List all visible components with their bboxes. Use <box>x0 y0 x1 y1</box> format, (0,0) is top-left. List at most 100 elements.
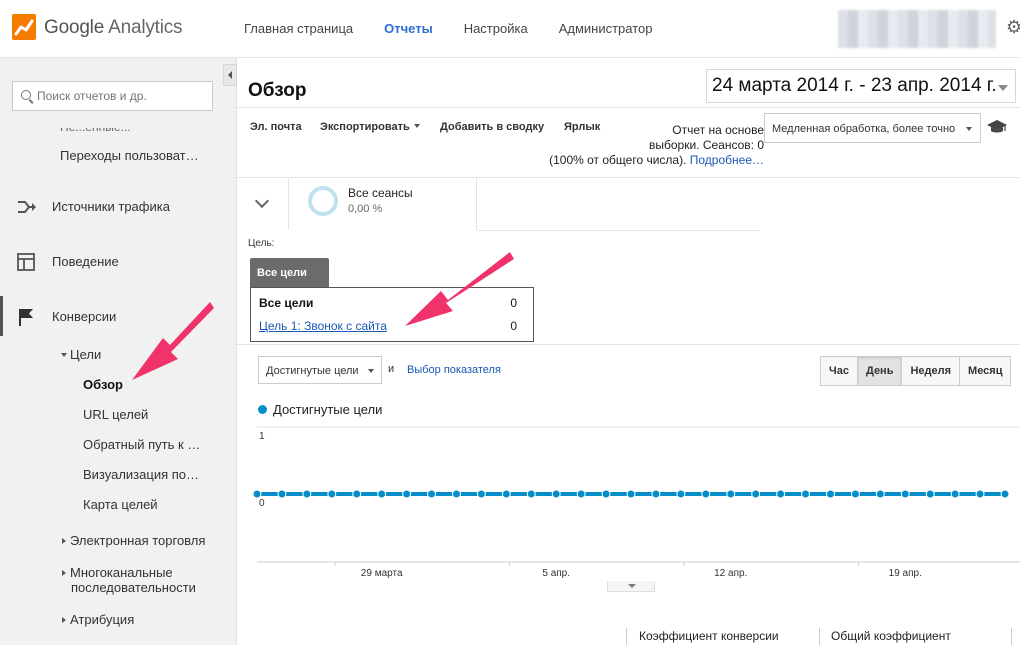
expand-right-icon <box>62 538 66 544</box>
sidebar-label-conversions: Конверсии <box>52 309 117 324</box>
data-point <box>850 489 860 499</box>
divider <box>237 107 1020 108</box>
metric-select-value: Достигнутые цели <box>266 365 359 377</box>
choose-metric-link[interactable]: Выбор показателя <box>407 364 501 376</box>
sidebar-item-user-flow[interactable]: Переходы пользоват… <box>60 148 199 163</box>
flag-icon <box>19 309 33 326</box>
data-point <box>950 489 960 499</box>
sidebar-multichannel-label-1: Многоканальные <box>70 565 173 580</box>
date-range-picker[interactable]: 24 марта 2014 г. - 23 апр. 2014 г. <box>706 69 1016 103</box>
arrows-merge-icon <box>18 201 36 213</box>
data-point <box>352 489 362 499</box>
expand-down-icon <box>61 353 67 357</box>
divider <box>477 230 760 231</box>
data-point <box>1000 489 1010 499</box>
and-label: и <box>388 363 395 375</box>
sidebar-item-goals[interactable]: Цели <box>61 347 101 362</box>
analytics-logo-icon[interactable] <box>12 14 36 40</box>
chevron-down-icon <box>966 127 972 131</box>
report-search[interactable] <box>12 81 213 111</box>
x-tick-label: 5 апр. <box>542 568 570 579</box>
column-separator <box>819 628 820 645</box>
data-point <box>751 489 761 499</box>
expand-right-icon <box>62 617 66 623</box>
sidebar-section-acquisition[interactable]: Источники трафика <box>0 186 236 226</box>
metric-select[interactable]: Достигнутые цели <box>258 356 382 384</box>
logo-analytics: Analytics <box>108 17 183 38</box>
goal-tab-all[interactable]: Все цели <box>250 258 329 288</box>
column-header-total-rate: Общий коэффициент <box>831 629 951 643</box>
sidebar-item-goal-urls[interactable]: URL целей <box>83 407 148 422</box>
chart-expand-handle[interactable] <box>607 581 655 592</box>
nav-reports[interactable]: Отчеты <box>384 0 433 58</box>
sidebar-label-behavior: Поведение <box>52 254 119 269</box>
sidebar-item-cut[interactable]: Пе...енные... <box>60 128 131 134</box>
sidebar-item-funnel-visualization[interactable]: Визуализация по… <box>83 467 199 482</box>
sidebar-goals-label: Цели <box>70 347 102 362</box>
sidebar-section-conversions[interactable]: Конверсии <box>0 296 236 336</box>
chevron-down-icon <box>413 124 420 128</box>
data-point <box>327 489 337 499</box>
goal-option-value: 0 <box>510 296 517 310</box>
sampling-notice: Отчет на основе выборки. Сеансов: 0 (100… <box>520 123 764 168</box>
divider <box>237 344 1020 345</box>
sampling-line-3-text: (100% от общего числа). <box>549 153 687 167</box>
sidebar-item-ecommerce[interactable]: Электронная торговля <box>62 533 205 548</box>
sidebar-item-goal-flow[interactable]: Карта целей <box>83 497 158 512</box>
segment-pie-icon <box>308 186 338 216</box>
segment-card[interactable]: Все сеансы 0,00 % <box>289 178 477 230</box>
goal-option-all[interactable]: Все цели 0 <box>259 296 517 314</box>
sidebar-multichannel-label-2: последовательности <box>71 580 196 595</box>
segment-name: Все сеансы <box>348 186 413 200</box>
gear-icon[interactable]: ⚙ <box>1006 18 1020 36</box>
nav-home[interactable]: Главная страница <box>244 0 353 58</box>
column-separator <box>1011 628 1012 645</box>
layout-icon <box>17 253 35 271</box>
goal-option-1[interactable]: Цель 1: Звонок с сайта 0 <box>259 319 517 337</box>
sampling-line-2: выборки. Сеансов: 0 <box>648 138 764 152</box>
search-icon <box>21 90 31 100</box>
sidebar-item-attribution[interactable]: Атрибуция <box>62 612 134 627</box>
data-point <box>277 489 287 499</box>
data-point <box>377 489 387 499</box>
export-button[interactable]: Экспортировать <box>320 121 420 133</box>
data-point <box>726 489 736 499</box>
period-week-button[interactable]: Неделя <box>901 357 960 385</box>
sidebar-item-reverse-goal-path[interactable]: Обратный путь к … <box>83 437 200 452</box>
segment-toggle-button[interactable] <box>237 178 289 230</box>
nav-admin[interactable]: Администратор <box>559 0 653 58</box>
chevron-down-icon <box>998 85 1008 91</box>
account-selector[interactable] <box>838 10 996 48</box>
date-range-text: 24 марта 2014 г. - 23 апр. 2014 г. <box>712 75 997 96</box>
data-point <box>252 489 262 499</box>
x-tick-label: 29 марта <box>361 568 403 579</box>
goal-option-link[interactable]: Цель 1: Звонок с сайта <box>259 319 387 333</box>
sidebar-item-goals-overview[interactable]: Обзор <box>83 377 123 392</box>
data-point <box>626 489 636 499</box>
expand-right-icon <box>62 570 66 576</box>
export-label: Экспортировать <box>320 121 410 133</box>
goals-line-chart[interactable]: 1 0 29 марта 5 апр. 12 апр. 19 апр. <box>252 420 1020 600</box>
data-point <box>776 489 786 499</box>
search-input[interactable] <box>37 82 207 110</box>
nav-customization[interactable]: Настройка <box>464 0 528 58</box>
sidebar-section-behavior[interactable]: Поведение <box>0 241 236 281</box>
period-hour-button[interactable]: Час <box>821 357 857 385</box>
goal-option-name: Все цели <box>259 296 314 310</box>
period-month-button[interactable]: Месяц <box>959 357 1011 385</box>
x-tick-label: 12 апр. <box>714 568 747 579</box>
email-button[interactable]: Эл. почта <box>250 121 302 133</box>
learn-more-link[interactable]: Подробнее… <box>690 153 764 167</box>
product-logo-text[interactable]: Google Analytics <box>44 17 183 39</box>
data-point <box>427 489 437 499</box>
sampling-select[interactable]: Медленная обработка, более точно <box>764 113 981 143</box>
sidebar-ecommerce-label: Электронная торговля <box>70 533 206 548</box>
period-day-button[interactable]: День <box>856 357 902 385</box>
data-point <box>526 489 536 499</box>
sidebar: Пе...енные... Переходы пользоват… Источн… <box>0 58 237 645</box>
sidebar-item-multichannel[interactable]: Многоканальные последовательности <box>62 565 196 595</box>
sidebar-collapse-button[interactable] <box>223 64 237 86</box>
graduation-cap-icon[interactable] <box>987 119 1007 135</box>
x-tick-label: 19 апр. <box>889 568 922 579</box>
data-point <box>676 489 686 499</box>
